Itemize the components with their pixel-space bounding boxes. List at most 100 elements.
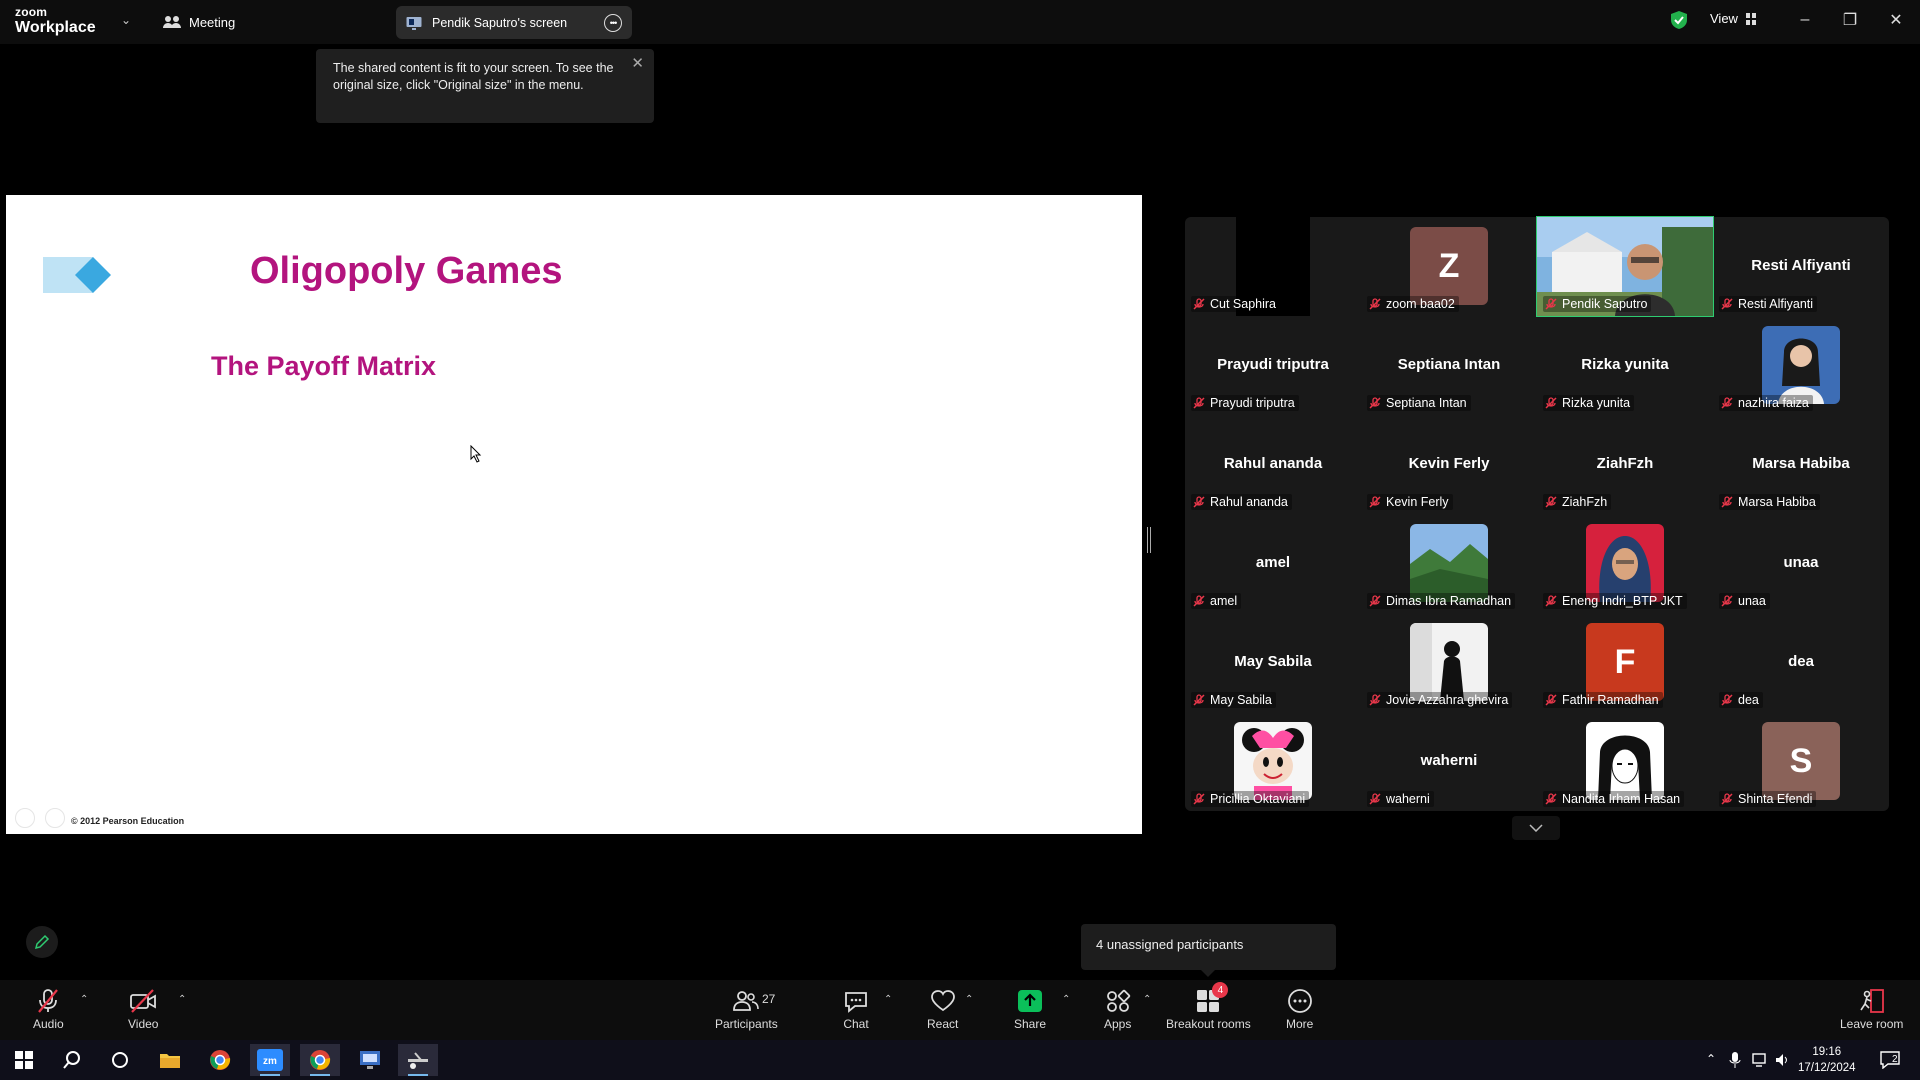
file-explorer-icon[interactable] — [150, 1044, 190, 1076]
gallery-next-page-button[interactable] — [1512, 816, 1560, 840]
participant-tile[interactable]: Cut Saphira — [1185, 217, 1361, 316]
meeting-menu-button[interactable]: Meeting — [163, 10, 235, 34]
volume-icon[interactable] — [1775, 1052, 1791, 1068]
participant-avatar-photo — [1234, 722, 1312, 800]
participant-tile[interactable]: amel amel — [1185, 514, 1361, 613]
cortana-icon[interactable] — [100, 1044, 140, 1076]
tray-expand-icon[interactable]: ⌃ — [1706, 1052, 1716, 1066]
snipping-tool-icon[interactable] — [398, 1044, 438, 1076]
participant-tile[interactable]: Marsa Habiba Marsa Habiba — [1713, 415, 1889, 514]
participant-tile[interactable]: Zzoom baa02 — [1361, 217, 1537, 316]
chrome-icon[interactable] — [200, 1044, 240, 1076]
mic-muted-icon — [1721, 298, 1733, 310]
slide-nav-controls — [15, 808, 65, 828]
participant-tile[interactable]: dea dea — [1713, 613, 1889, 712]
zoom-workplace-logo[interactable]: zoom Workplace — [15, 6, 96, 36]
participant-tile[interactable]: Resti Alfiyanti Resti Alfiyanti — [1713, 217, 1889, 316]
participant-name: May Sabila — [1210, 693, 1272, 707]
system-clock[interactable]: 19:16 17/12/2024 — [1798, 1044, 1856, 1076]
participant-avatar-photo — [1762, 326, 1840, 404]
slide-footer: © 2012 Pearson Education — [71, 816, 185, 826]
leave-room-button[interactable]: Leave room — [1840, 988, 1903, 1031]
participant-name-display: Kevin Ferly — [1408, 455, 1490, 472]
chevron-down-icon — [1529, 824, 1543, 832]
share-button[interactable]: Share — [1014, 988, 1046, 1031]
more-options-icon[interactable]: ••• — [604, 13, 622, 32]
participant-name-display: Rahul ananda — [1223, 455, 1323, 472]
close-icon[interactable]: ✕ — [1881, 8, 1911, 32]
participant-name: nazhira faiza — [1738, 396, 1809, 410]
participant-avatar-photo — [1586, 722, 1664, 800]
slide-prev-icon[interactable] — [15, 808, 35, 828]
windows-start-icon[interactable] — [4, 1044, 44, 1076]
tray-mic-icon[interactable] — [1729, 1052, 1741, 1068]
participant-tile[interactable]: Nandita Irham Hasan — [1537, 712, 1713, 811]
react-label: React — [927, 1017, 959, 1031]
participant-tile[interactable]: S Shinta Efendi — [1713, 712, 1889, 811]
notifications-icon[interactable]: 2 — [1870, 1044, 1910, 1076]
unassigned-participants-popup[interactable]: 4 unassigned participants — [1081, 924, 1336, 977]
participant-tile[interactable]: Pendik Saputro — [1536, 216, 1714, 317]
search-icon[interactable] — [52, 1044, 92, 1076]
view-button[interactable]: View — [1710, 11, 1756, 26]
mic-muted-icon — [1369, 496, 1381, 508]
participant-label: unaa — [1719, 593, 1770, 609]
breakout-rooms-button[interactable]: 4 Breakout rooms — [1166, 982, 1251, 1031]
chat-label: Chat — [843, 1017, 869, 1031]
encryption-shield-icon[interactable] — [1670, 10, 1688, 30]
meeting-label: Meeting — [189, 14, 236, 30]
slide-title: Oligopoly Games — [250, 250, 563, 292]
more-button[interactable]: More — [1286, 988, 1313, 1031]
network-icon[interactable] — [1751, 1052, 1769, 1068]
restore-icon[interactable]: ❐ — [1835, 8, 1865, 32]
participant-label: ZiahFzh — [1543, 494, 1612, 510]
screen-tab-label: Pendik Saputro's screen — [432, 15, 568, 30]
chat-options-caret-icon[interactable]: ⌃ — [884, 994, 892, 1005]
shared-screen-content[interactable]: Oligopoly Games The Payoff Matrix © 2012… — [6, 195, 1142, 834]
apps-button[interactable]: Apps — [1104, 988, 1131, 1031]
participant-label: Jovie Azzahra ghevira — [1367, 692, 1513, 708]
audio-options-caret-icon[interactable]: ⌃ — [80, 994, 88, 1005]
zoom-taskbar-icon[interactable]: zm — [250, 1044, 290, 1076]
participant-name-display: Resti Alfiyanti — [1751, 257, 1851, 274]
participant-name: waherni — [1386, 792, 1430, 806]
minimize-icon[interactable]: – — [1790, 8, 1820, 32]
participant-tile[interactable]: unaa unaa — [1713, 514, 1889, 613]
participant-tile[interactable]: Septiana Intan Septiana Intan — [1361, 316, 1537, 415]
slide-next-icon[interactable] — [45, 808, 65, 828]
share-options-caret-icon[interactable]: ⌃ — [1062, 994, 1070, 1005]
tooltip-close-icon[interactable]: ✕ — [631, 55, 644, 72]
leave-room-label: Leave room — [1840, 1017, 1904, 1031]
apps-options-caret-icon[interactable]: ⌃ — [1143, 994, 1151, 1005]
participant-name: Rahul ananda — [1210, 495, 1288, 509]
participant-tile[interactable]: F Fathir Ramadhan — [1537, 613, 1713, 712]
chrome-taskbar-icon[interactable] — [300, 1044, 340, 1076]
participant-label: Rizka yunita — [1543, 395, 1635, 411]
participant-tile[interactable]: Dimas Ibra Ramadhan — [1361, 514, 1537, 613]
participant-tile[interactable]: Pricillia Oktaviani — [1185, 712, 1361, 811]
chevron-down-icon[interactable]: ⌄ — [121, 13, 131, 27]
participant-tile[interactable]: Eneng Indri_BTP JKT — [1537, 514, 1713, 613]
remote-desktop-icon[interactable] — [350, 1044, 390, 1076]
react-button[interactable]: React — [927, 988, 958, 1031]
participant-tile[interactable]: Prayudi triputra Prayudi triputra — [1185, 316, 1361, 415]
participant-tile[interactable]: Jovie Azzahra ghevira — [1361, 613, 1537, 712]
participant-tile[interactable]: ZiahFzh ZiahFzh — [1537, 415, 1713, 514]
participant-tile[interactable]: Rizka yunita Rizka yunita — [1537, 316, 1713, 415]
video-options-caret-icon[interactable]: ⌃ — [178, 994, 186, 1005]
shared-screen-tab[interactable]: Pendik Saputro's screen ••• — [396, 6, 632, 39]
participant-tile[interactable]: Kevin Ferly Kevin Ferly — [1361, 415, 1537, 514]
react-options-caret-icon[interactable]: ⌃ — [965, 994, 973, 1005]
panel-resize-handle[interactable] — [1147, 527, 1151, 553]
participant-label: Dimas Ibra Ramadhan — [1367, 593, 1516, 609]
video-button[interactable]: Video — [128, 988, 158, 1031]
participant-tile[interactable]: nazhira faiza — [1713, 316, 1889, 415]
participant-tile[interactable]: May Sabila May Sabila — [1185, 613, 1361, 712]
chat-button[interactable]: Chat — [843, 988, 869, 1031]
mic-muted-icon — [38, 989, 59, 1013]
participant-name: Fathir Ramadhan — [1562, 693, 1659, 707]
participant-tile[interactable]: waherni waherni — [1361, 712, 1537, 811]
audio-button[interactable]: Audio — [33, 988, 64, 1031]
participant-tile[interactable]: Rahul ananda Rahul ananda — [1185, 415, 1361, 514]
annotate-button[interactable] — [26, 926, 58, 958]
